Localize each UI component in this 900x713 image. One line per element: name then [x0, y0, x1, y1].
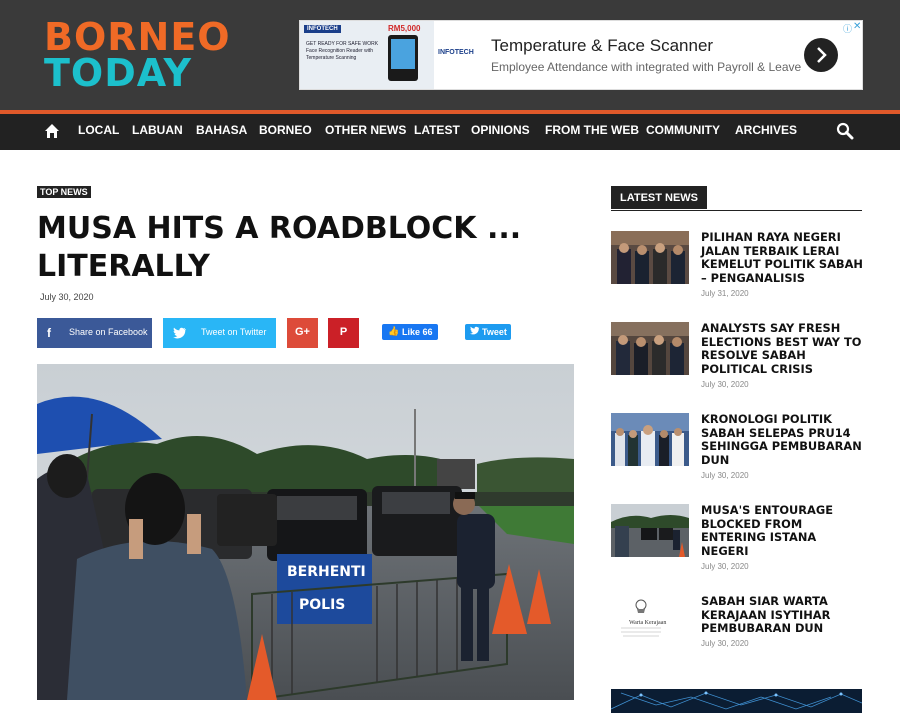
sidebar-news-item[interactable]: ANALYSTS SAY FRESH ELECTIONS BEST WAY TO… — [611, 321, 862, 402]
ad-price: RM5,000 — [388, 24, 421, 33]
tweet-label: Tweet — [482, 327, 507, 337]
share-pinterest-button[interactable]: P — [328, 318, 359, 348]
crowd-photo-thumbnail — [611, 413, 689, 466]
share-twitter-button[interactable]: Tweet on Twitter — [163, 318, 276, 348]
tweet-button[interactable]: Tweet — [465, 324, 511, 340]
ad-image: INFOTECH RM5,000 GET READY FOR SAFE WORK… — [300, 21, 434, 89]
sign-text-berhenti: BERHENTI — [287, 564, 366, 580]
thumbs-up-icon: 👍 — [388, 326, 400, 336]
nav-item-borneo[interactable]: BORNEO — [259, 123, 312, 137]
sidebar-news-item[interactable]: Warta Kerajaan SABAH SIAR WARTA KERAJAAN… — [611, 594, 862, 675]
news-date: July 30, 2020 — [701, 380, 749, 389]
news-thumbnail[interactable] — [611, 413, 689, 466]
news-title[interactable]: MUSA'S ENTOURAGE BLOCKED FROM ENTERING I… — [701, 503, 867, 558]
ad-small-text: GET READY FOR SAFE WORK Face Recognition… — [306, 41, 379, 61]
twitter-bird-icon — [173, 327, 186, 339]
nav-item-bahasa[interactable]: BAHASA — [196, 123, 247, 137]
site-header: BORNEO TODAY INFOTECH RM5,000 GET READY … — [0, 0, 900, 110]
article-date: July 30, 2020 — [40, 292, 94, 302]
nav-item-labuan[interactable]: LABUAN — [132, 123, 183, 137]
gazette-title-text: Warta Kerajaan — [629, 620, 666, 626]
scanner-device-image — [388, 35, 418, 81]
news-title[interactable]: SABAH SIAR WARTA KERAJAAN ISYTIHAR PEMBU… — [701, 594, 867, 636]
nav-item-from-the-web[interactable]: FROM THE WEB — [545, 123, 639, 137]
nav-item-community[interactable]: COMMUNITY — [646, 123, 720, 137]
news-thumbnail[interactable] — [611, 504, 689, 557]
logo-line-2: TODAY — [44, 51, 193, 95]
roadblock-photo-thumbnail — [611, 504, 689, 557]
news-date: July 30, 2020 — [701, 471, 749, 480]
logo-line-1: BORNEO — [44, 15, 231, 59]
network-graphic — [611, 689, 862, 713]
article-title-line-1: MUSA HITS A ROADBLOCK ... — [37, 211, 522, 246]
ad-info-icon[interactable]: ⓘ — [843, 22, 852, 35]
nav-item-opinions[interactable]: OPINIONS — [471, 123, 530, 137]
news-date: July 30, 2020 — [701, 562, 749, 571]
sidebar-news-item[interactable]: KRONOLOGI POLITIK SABAH SELEPAS PRU14 SE… — [611, 412, 862, 493]
category-tag[interactable]: TOP NEWS — [37, 186, 91, 198]
news-thumbnail[interactable] — [611, 322, 689, 375]
ad-arrow-button[interactable] — [804, 38, 838, 72]
group-photo-thumbnail — [611, 231, 689, 284]
sidebar-news-item[interactable]: PILIHAN RAYA NEGERI JALAN TERBAIK LERAI … — [611, 230, 863, 311]
news-date: July 31, 2020 — [701, 289, 749, 298]
article-title: MUSA HITS A ROADBLOCK ... LITERALLY — [37, 210, 557, 286]
ad-close-icon[interactable]: ✕ — [853, 21, 861, 32]
nav-item-local[interactable]: LOCAL — [78, 123, 119, 137]
facebook-icon: f — [47, 326, 51, 340]
ad-title[interactable]: Temperature & Face Scanner — [491, 36, 713, 56]
gazette-document-thumbnail: Warta Kerajaan — [611, 595, 689, 648]
google-plus-icon: G+ — [295, 326, 310, 338]
article-featured-image: BERHENTI POLIS — [37, 364, 574, 700]
ad-subtitle: Employee Attendance with integrated with… — [491, 60, 802, 74]
chevron-right-icon — [817, 47, 827, 63]
home-icon[interactable] — [44, 123, 60, 139]
news-title[interactable]: KRONOLOGI POLITIK SABAH SELEPAS PRU14 SE… — [701, 412, 867, 467]
share-google-plus-button[interactable]: G+ — [287, 318, 318, 348]
group-photo-thumbnail — [611, 322, 689, 375]
sidebar-banner-image[interactable] — [611, 689, 862, 713]
ad-brand: INFOTECH — [438, 49, 474, 56]
share-facebook-button[interactable]: f Share on Facebook — [37, 318, 152, 348]
latest-news-heading: LATEST NEWS — [611, 186, 862, 211]
news-thumbnail[interactable]: Warta Kerajaan — [611, 595, 689, 648]
share-twitter-label: Tweet on Twitter — [201, 327, 267, 337]
twitter-bird-icon — [470, 326, 480, 335]
nav-item-archives[interactable]: ARCHIVES — [735, 123, 797, 137]
article-title-line-2: LITERALLY — [37, 249, 210, 284]
sidebar-news-item[interactable]: MUSA'S ENTOURAGE BLOCKED FROM ENTERING I… — [611, 503, 862, 584]
site-logo[interactable]: BORNEO TODAY — [44, 18, 231, 92]
share-facebook-label: Share on Facebook — [69, 327, 148, 337]
nav-item-latest[interactable]: LATEST — [414, 123, 460, 137]
facebook-like-label: Like 66 — [402, 327, 433, 337]
search-icon[interactable] — [836, 122, 854, 140]
news-date: July 30, 2020 — [701, 639, 749, 648]
news-title[interactable]: ANALYSTS SAY FRESH ELECTIONS BEST WAY TO… — [701, 321, 867, 376]
facebook-like-button[interactable]: 👍 Like 66 — [382, 324, 438, 340]
nav-item-other-news[interactable]: OTHER NEWS — [325, 123, 406, 137]
latest-news-label: LATEST NEWS — [611, 186, 708, 209]
pinterest-icon: P — [339, 326, 348, 338]
ad-banner[interactable]: INFOTECH RM5,000 GET READY FOR SAFE WORK… — [299, 20, 863, 90]
news-title[interactable]: PILIHAN RAYA NEGERI JALAN TERBAIK LERAI … — [701, 230, 867, 285]
ad-badge: INFOTECH — [304, 25, 341, 33]
news-thumbnail[interactable] — [611, 231, 689, 284]
roadblock-photo: BERHENTI POLIS — [37, 364, 574, 700]
sign-text-polis: POLIS — [299, 597, 345, 613]
main-nav: LOCAL LABUAN BAHASA BORNEO OTHER NEWS LA… — [0, 114, 900, 150]
